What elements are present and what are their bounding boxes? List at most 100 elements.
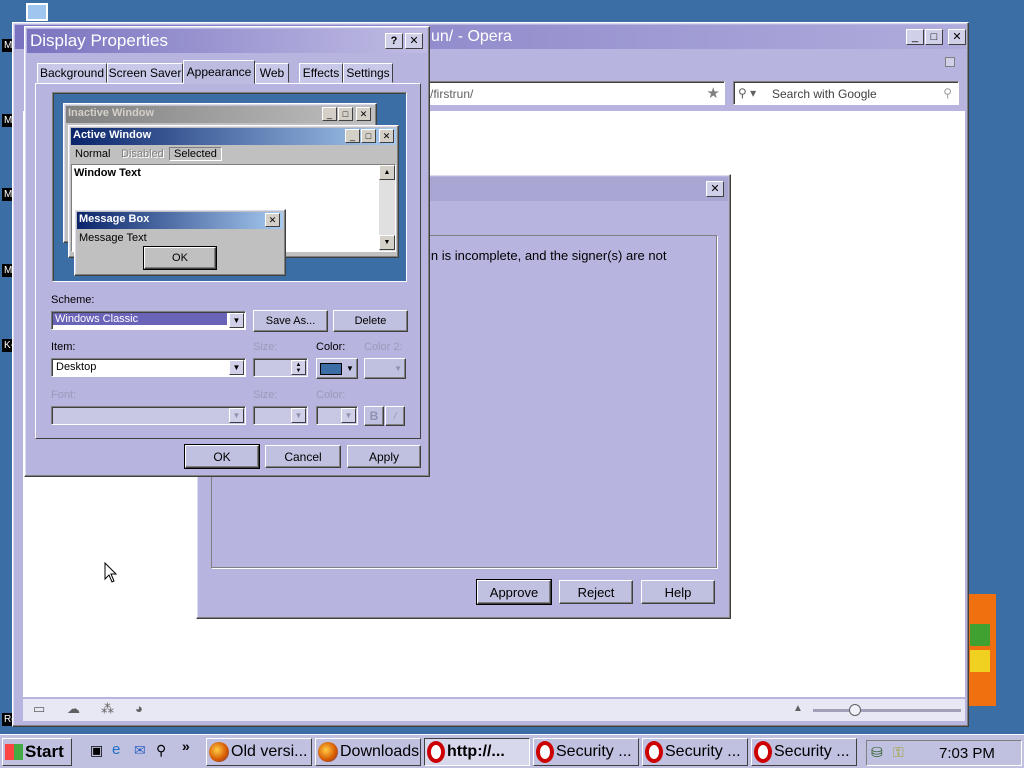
system-tray: ⛁ ⚿ 7:03 PM [866,740,1022,766]
security-shield-icon[interactable]: ⚿ [893,744,904,761]
chevron-down-icon: ▼ [341,408,356,423]
tab-screen-saver[interactable]: Screen Saver [107,63,183,83]
windows-logo-fragment [968,594,996,706]
scroll-up-icon: ▲ [379,165,395,180]
search-icon[interactable]: ⚲ [156,742,166,759]
chevron-down-icon[interactable]: ▼ [229,313,244,328]
tab-close-small[interactable] [945,57,955,67]
scheme-select[interactable]: Windows Classic ▼ [51,311,246,330]
taskbar-item[interactable]: Security ... [751,738,857,766]
preview-msgbox-titlebar: Message Box ✕ [77,212,283,229]
font-label: Font: [51,389,77,401]
preview-msgbox-ok: OK [143,246,217,270]
close-button[interactable]: ✕ [948,29,966,45]
preview-msgbox-close-icon: ✕ [265,213,280,227]
size-spinner: ▲ ▼ [253,358,308,377]
color-picker-button[interactable]: ▼ [316,358,358,379]
item-select[interactable]: Desktop ▼ [51,358,246,377]
cancel-button[interactable]: Cancel [265,445,341,468]
dialog-close-button[interactable]: ✕ [405,33,423,49]
item-label: Item: [51,341,76,353]
help-question-button[interactable]: ? [385,33,403,49]
quick-launch: ▣ e ✉ ⚲ » [84,738,200,764]
preview-active-close-icon: ✕ [379,129,394,143]
address-text: /firstrun/ [430,87,474,101]
opera-title: un/ - Opera [431,28,512,45]
chevron-down-icon[interactable]: ▼ [229,360,244,375]
start-button[interactable]: Start [2,738,72,766]
preview-msgbox-title: Message Box [79,213,150,225]
share-icon[interactable]: ⁂ [101,701,114,717]
approve-button[interactable]: Approve [476,579,552,605]
outlook-icon[interactable]: ✉ [134,742,146,759]
opera-icon [536,741,554,763]
clock[interactable]: 7:03 PM [939,745,995,762]
chevron-down-icon: ▼ [229,408,244,423]
color2-picker-button: ▼ [364,358,406,379]
search-placeholder: Search with Google [772,87,877,101]
tab-settings[interactable]: Settings [343,63,393,83]
zoom-up-icon[interactable]: ▲ [793,703,803,714]
firefox-icon [209,742,229,762]
status-bar: ▭ ☁ ⁂ ◕ ▲ [23,699,965,721]
taskbar-item[interactable]: Downloads [315,738,421,766]
security-close-button[interactable]: ✕ [706,181,724,197]
preview-active-title: Active Window [73,129,152,141]
help-button[interactable]: Help [641,580,715,604]
show-desktop-icon[interactable]: ▣ [90,742,103,759]
windows-flag-icon [5,744,23,760]
preview-scrollbar: ▲ ▼ [379,165,395,251]
panel-toggle-icon[interactable]: ▭ [33,701,45,717]
chevron-down-icon: ▼ [291,408,306,423]
search-input[interactable]: ⚲ ▾ Search with Google ⚲ [733,81,959,105]
preview-message-box: Message Box ✕ Message Text OK [74,209,286,276]
apply-button[interactable]: Apply [347,445,421,468]
font-color-select: ▼ [316,406,358,425]
minimize-button[interactable]: _ [906,29,924,45]
font-color-label: Color: [316,389,346,401]
delete-button[interactable]: Delete [333,310,408,332]
preview-inactive-min-icon: _ [322,107,337,121]
network-icon[interactable]: ⛁ [871,744,883,761]
display-properties-titlebar: Display Properties ? ✕ [27,29,427,53]
save-as-button[interactable]: Save As... [253,310,328,332]
font-select: ▼ [51,406,246,425]
ok-button[interactable]: OK [184,444,260,469]
address-bar[interactable]: /firstrun/ ★ [413,81,725,105]
taskbar-item[interactable]: Security ... [642,738,748,766]
tab-effects[interactable]: Effects [299,63,343,83]
ie-icon[interactable]: e [112,741,120,758]
bold-button: B [364,406,384,426]
desktop-icon-top[interactable] [26,3,48,21]
unite-cloud-icon[interactable]: ☁ [67,701,80,717]
preview-inactive-close-icon: ✕ [356,107,371,121]
search-icon: ⚲ ▾ [738,86,757,100]
opera-icon [645,741,663,763]
quick-launch-more[interactable]: » [182,738,190,754]
tab-strip: Background Screen Saver Appearance Web E… [37,60,417,85]
item-value: Desktop [56,361,97,373]
maximize-button[interactable]: □ [925,29,943,45]
preview-window-text: Window Text [74,167,141,179]
scheme-value: Windows Classic [53,313,227,325]
tab-appearance[interactable]: Appearance [183,60,255,84]
taskbar-item[interactable]: http://... [424,738,530,766]
taskbar-item[interactable]: Old versi... [206,738,312,766]
firefox-icon [318,742,338,762]
preview-menu-disabled: Disabled [121,148,164,160]
zoom-slider[interactable] [813,709,961,712]
reject-button[interactable]: Reject [559,580,633,604]
preview-inactive-title: Inactive Window [68,107,155,119]
zoom-slider-handle[interactable] [849,704,861,716]
appearance-panel: Inactive Window _ □ ✕ Active Window _ □ … [35,83,421,439]
preview-active-titlebar: Active Window _ □ ✕ [71,128,396,145]
search-go-icon[interactable]: ⚲ [943,86,952,100]
taskbar-item[interactable]: Security ... [533,738,639,766]
color2-label: Color 2: [364,341,403,353]
start-label: Start [25,742,64,761]
size-label: Size: [253,341,278,353]
tab-background[interactable]: Background [37,63,107,83]
bookmark-star-icon[interactable]: ★ [707,84,720,102]
tab-web[interactable]: Web [255,63,289,83]
turbo-icon[interactable]: ◕ [135,701,143,716]
